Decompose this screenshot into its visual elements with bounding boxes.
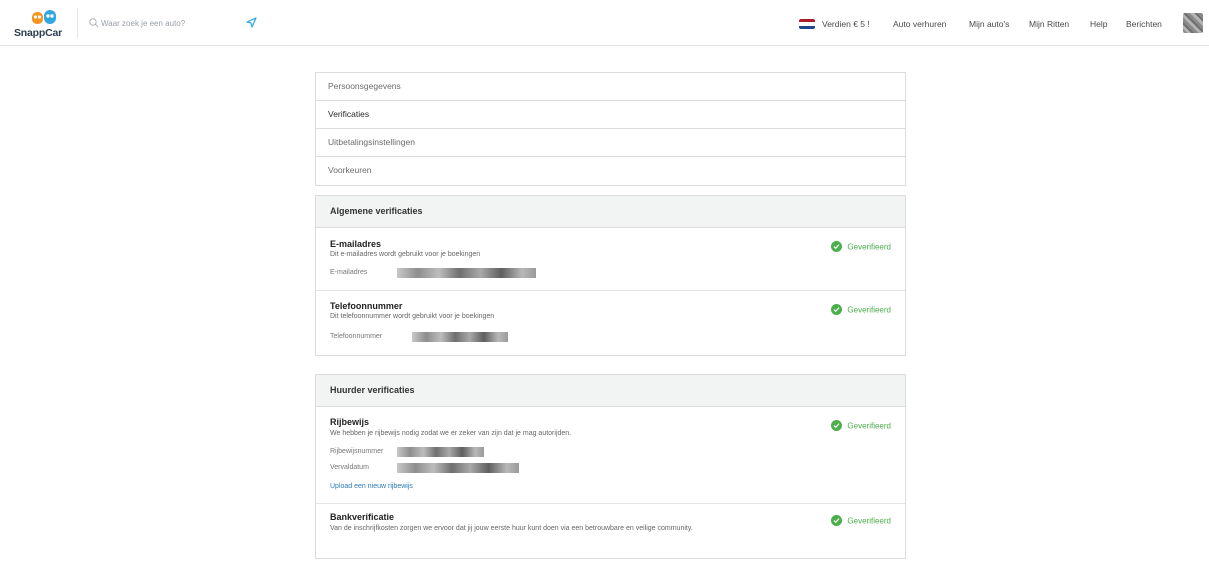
check-circle-icon [831,241,843,252]
location-arrow-icon[interactable] [246,17,257,28]
bank-status-label: Geverifieerd [847,516,891,526]
header-divider [77,8,78,38]
license-title: Rijbewijs [330,417,370,427]
bank-verification: Bankverificatie Van de inschrijfkosten z… [316,504,905,558]
brand-name: SnappCar [14,27,62,39]
top-navbar: SnappCar Waar zoek je een auto? Verdien … [0,0,1209,46]
general-verifications-title: Algemene verificaties [316,196,905,228]
license-status-label: Geverifieerd [847,421,891,431]
check-circle-icon [831,304,843,315]
nav-earn[interactable]: Verdien € 5 ! [822,19,870,29]
bank-status: Geverifieerd [831,515,891,527]
bank-title: Bankverificatie [330,512,395,522]
netherlands-flag-icon [799,19,815,29]
license-description: We hebben je rijbewijs nodig zodat we er… [330,430,572,437]
account-menu: Persoonsgegevens Verificaties Uitbetalin… [315,72,906,186]
nav-help[interactable]: Help [1090,19,1107,29]
nav-messages[interactable]: Berichten [1126,19,1162,29]
email-field-label: E-mailadres [330,269,368,276]
snappcar-logo[interactable]: SnappCar [14,9,68,39]
general-verifications-panel: Algemene verificaties E-mailadres Dit e-… [315,195,906,356]
nav-rent-out[interactable]: Auto verhuren [893,19,946,29]
search-icon [89,18,99,28]
email-value-redacted [397,268,536,278]
bank-description: Van de inschrijfkosten zorgen we ervoor … [330,525,693,532]
upload-license-link[interactable]: Upload een nieuw rijbewijs [330,483,413,490]
mascot-icon [32,10,56,24]
email-status: Geverifieerd [831,241,891,253]
renter-verifications-title: Huurder verificaties [316,375,905,407]
phone-value-redacted [412,332,508,342]
email-title: E-mailadres [330,239,382,249]
phone-title: Telefoonnummer [330,301,403,311]
menu-item-personal-details[interactable]: Persoonsgegevens [316,73,905,101]
search-placeholder: Waar zoek je een auto? [101,19,186,28]
license-verification: Rijbewijs We hebben je rijbewijs nodig z… [316,407,905,504]
phone-status-label: Geverifieerd [847,305,891,315]
license-expiry-label: Vervaldatum [330,464,369,471]
phone-verification: Telefoonnummer Dit telefoonnummer wordt … [316,291,905,355]
menu-item-preferences[interactable]: Voorkeuren [316,157,905,185]
license-number-label: Rijbewijsnummer [330,448,384,455]
email-verification: E-mailadres Dit e-mailadres wordt gebrui… [316,228,905,291]
email-description: Dit e-mailadres wordt gebruikt voor je b… [330,251,481,258]
license-status: Geverifieerd [831,420,891,432]
phone-description: Dit telefoonnummer wordt gebruikt voor j… [330,313,495,320]
email-status-label: Geverifieerd [847,242,891,252]
menu-item-payout-settings[interactable]: Uitbetalingsinstellingen [316,129,905,157]
license-number-redacted [397,447,484,457]
nav-my-trips[interactable]: Mijn Ritten [1029,19,1069,29]
avatar[interactable] [1183,13,1203,33]
search-input[interactable]: Waar zoek je een auto? [89,18,259,32]
nav-my-cars[interactable]: Mijn auto's [969,19,1009,29]
license-expiry-redacted [397,463,519,473]
renter-verifications-panel: Huurder verificaties Rijbewijs We hebben… [315,374,906,559]
phone-status: Geverifieerd [831,304,891,316]
menu-item-verifications[interactable]: Verificaties [316,101,905,129]
phone-field-label: Telefoonnummer [330,333,383,340]
check-circle-icon [831,420,843,431]
check-circle-icon [831,515,843,526]
